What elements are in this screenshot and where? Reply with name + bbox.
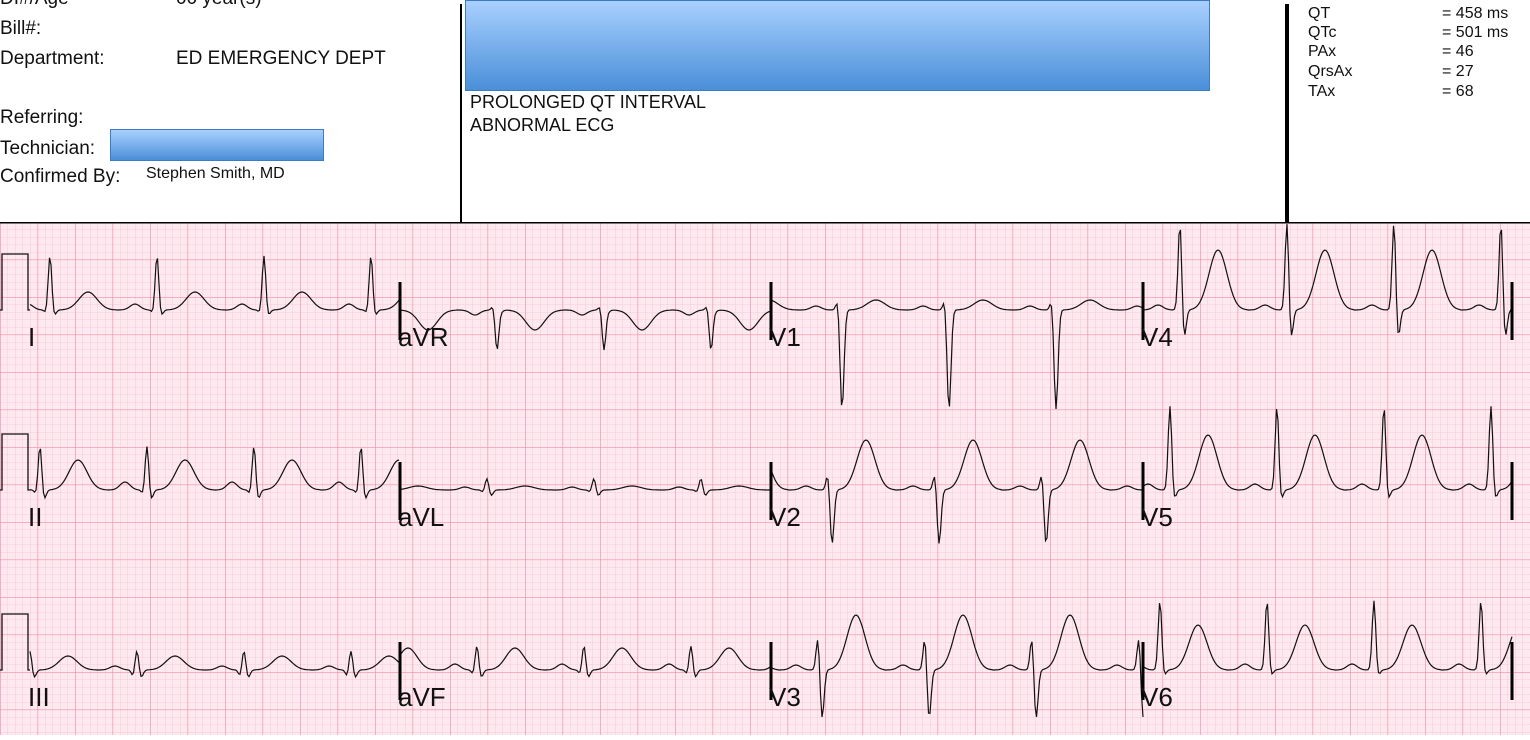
measurement-value: = 68 — [1442, 83, 1474, 100]
measurement-name: PAx — [1308, 43, 1337, 60]
lead-label-v5: V5 — [1141, 502, 1173, 532]
measurement-value: = 46 — [1442, 43, 1474, 60]
confirmed-by-value: Stephen Smith, MD — [146, 165, 285, 182]
department-label: Department: — [0, 48, 105, 69]
measurement-value: = 458 ms — [1442, 5, 1509, 22]
header-divider-right — [1285, 4, 1289, 222]
confirmed-by-label: Confirmed By: — [0, 166, 121, 187]
truncated-age-value: 00 year(s) — [176, 0, 262, 10]
ecg-tracing-area: IaVR V1 V4 II aVL V2 V5 III aVF V3 V6 — [0, 220, 1530, 735]
lead-label-v3: V3 — [769, 682, 801, 712]
measurement-value: = 501 ms — [1442, 24, 1509, 41]
technician-redaction — [110, 129, 324, 161]
lead-label-v1: V1 — [769, 322, 801, 352]
measurement-name: QT — [1308, 5, 1331, 22]
lead-label-v6: V6 — [1141, 682, 1173, 712]
measurement-name: TAx — [1308, 83, 1336, 100]
measurement-name: QrsAx — [1308, 63, 1353, 80]
referring-label: Referring: — [0, 107, 84, 128]
interpretation-line-1: PROLONGED QT INTERVAL — [470, 92, 707, 112]
technician-label: Technician: — [0, 138, 96, 159]
lead-label-avf: aVF — [398, 682, 446, 712]
header-divider-left — [460, 4, 462, 222]
lead-label-avl: aVL — [398, 502, 444, 532]
bill-label: Bill#: — [0, 18, 42, 39]
lead-label-avr: aVR — [398, 322, 449, 352]
measurement-value: = 27 — [1442, 63, 1474, 80]
interpretation-line-2: ABNORMAL ECG — [470, 115, 615, 135]
lead-label-ii: II — [28, 502, 42, 532]
ecg-report-header: DI#/Age 00 year(s) Bill#: Department: ED… — [0, 0, 1530, 222]
department-value: ED EMERGENCY DEPT — [176, 48, 386, 69]
lead-label-i: I — [28, 322, 35, 352]
lead-label-v4: V4 — [1141, 322, 1173, 352]
measurement-name: QTc — [1308, 24, 1337, 41]
interpretation-redaction — [465, 0, 1210, 91]
truncated-id-label: DI#/Age — [0, 0, 69, 10]
lead-label-v2: V2 — [769, 502, 801, 532]
lead-label-iii: III — [28, 682, 50, 712]
ecg-grid-svg: IaVR V1 V4 II aVL V2 V5 III aVF V3 V6 — [0, 220, 1530, 735]
